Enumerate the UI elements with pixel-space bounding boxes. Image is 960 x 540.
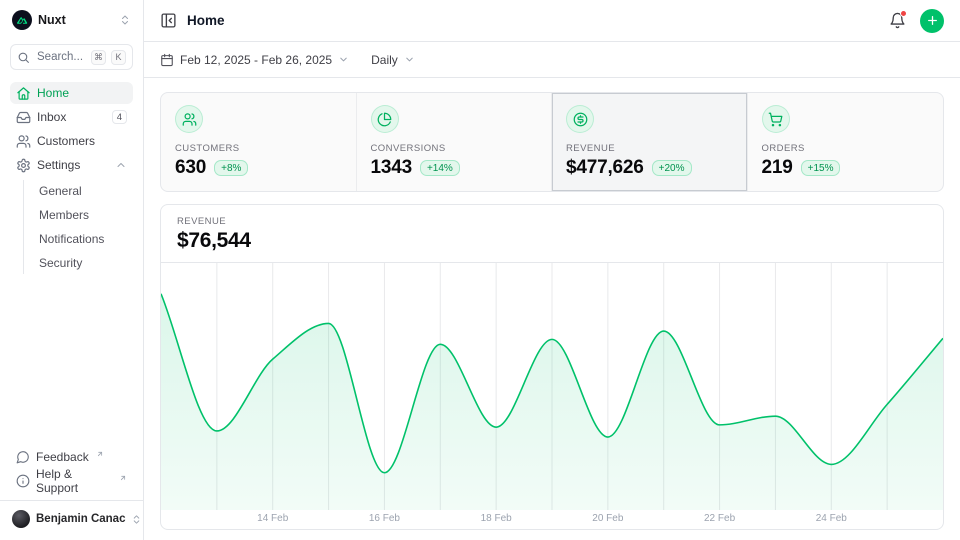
chevron-down-icon — [404, 54, 415, 65]
page-header: Home — [144, 0, 960, 42]
chart-header: REVENUE $76,544 — [161, 205, 943, 262]
dollar-circle-icon — [566, 105, 594, 133]
sidebar-spacer — [10, 274, 133, 446]
x-tick-label: 22 Feb — [704, 513, 735, 524]
stat-delta-badge: +8% — [214, 160, 248, 176]
stat-card-customers[interactable]: CUSTOMERS 630 +8% — [161, 93, 357, 191]
stats-grid: CUSTOMERS 630 +8% CONVERSIONS 1343 +14% — [160, 92, 944, 192]
nuxt-logo-icon — [12, 10, 32, 30]
period-select[interactable]: Daily — [371, 53, 415, 67]
date-range-picker[interactable]: Feb 12, 2025 - Feb 26, 2025 — [160, 53, 349, 67]
external-link-icon — [96, 450, 104, 458]
users-icon — [175, 105, 203, 133]
message-bubble-icon — [16, 450, 30, 464]
home-icon — [16, 86, 31, 101]
notification-dot — [900, 10, 907, 17]
avatar — [12, 510, 30, 528]
sidebar-nav: Home Inbox 4 Customers Settings — [10, 82, 133, 274]
notifications-button[interactable] — [889, 12, 906, 29]
stat-card-orders[interactable]: ORDERS 219 +15% — [748, 93, 944, 191]
revenue-area-chart[interactable] — [161, 262, 943, 510]
page-content: CUSTOMERS 630 +8% CONVERSIONS 1343 +14% — [144, 78, 960, 530]
settings-submenu: General Members Notifications Security — [23, 180, 133, 274]
chart-canvas — [161, 263, 943, 510]
sidebar-item-home[interactable]: Home — [10, 82, 133, 104]
chart-metric-label: REVENUE — [177, 216, 927, 227]
stat-label: REVENUE — [566, 143, 733, 154]
stat-delta-badge: +14% — [420, 160, 460, 176]
x-axis: 14 Feb 16 Feb 18 Feb 20 Feb 22 Feb 24 Feb — [161, 510, 943, 529]
stat-delta-badge: +20% — [652, 160, 692, 176]
stat-label: CUSTOMERS — [175, 143, 342, 154]
team-switcher[interactable]: Nuxt — [10, 8, 133, 32]
sidebar-item-customers[interactable]: Customers — [10, 130, 133, 152]
sidebar-item-notifications[interactable]: Notifications — [33, 228, 133, 250]
x-tick-label: 24 Feb — [816, 513, 847, 524]
stat-card-revenue[interactable]: REVENUE $477,626 +20% — [552, 93, 748, 191]
stat-label: ORDERS — [762, 143, 930, 154]
sidebar-footer-links: Feedback Help & Support — [10, 446, 133, 492]
footer-link-label: Help & Support — [36, 467, 112, 495]
chevron-down-icon — [338, 54, 349, 65]
footer-link-label: Feedback — [36, 450, 89, 464]
stat-value: 219 — [762, 157, 793, 179]
inbox-count-badge: 4 — [112, 110, 127, 124]
pie-chart-icon — [371, 105, 399, 133]
inbox-icon — [16, 110, 31, 125]
stat-value: 1343 — [371, 157, 412, 179]
sidebar-item-settings[interactable]: Settings — [10, 154, 133, 176]
stat-value: 630 — [175, 157, 206, 179]
sidebar-item-inbox[interactable]: Inbox 4 — [10, 106, 133, 128]
dashboard-app: Nuxt ⌘ K Home Inbo — [0, 0, 960, 540]
main-area: Home Feb 12, 2 — [144, 0, 960, 540]
chart-metric-value: $76,544 — [177, 229, 927, 253]
sidebar-item-label: Settings — [37, 158, 80, 172]
add-button[interactable] — [920, 9, 944, 33]
sidebar-item-label: Inbox — [37, 110, 66, 124]
sidebar-user-section: Benjamin Canac — [0, 500, 143, 530]
sidebar: Nuxt ⌘ K Home Inbo — [0, 0, 144, 540]
chevrons-up-down-icon — [119, 14, 131, 26]
team-name: Nuxt — [38, 13, 113, 27]
external-link-icon — [119, 474, 127, 482]
users-icon — [16, 134, 31, 149]
search-input[interactable] — [35, 50, 86, 64]
x-tick-label: 14 Feb — [257, 513, 288, 524]
stat-label: CONVERSIONS — [371, 143, 538, 154]
header-actions — [889, 9, 944, 33]
gear-icon — [16, 158, 31, 173]
kbd-k: K — [111, 50, 126, 65]
sidebar-item-members[interactable]: Members — [33, 204, 133, 226]
x-tick-label: 20 Feb — [592, 513, 623, 524]
info-circle-icon — [16, 474, 30, 488]
page-title: Home — [187, 13, 225, 28]
help-support-link[interactable]: Help & Support — [10, 470, 133, 492]
calendar-icon — [160, 53, 174, 67]
user-name: Benjamin Canac — [36, 513, 125, 525]
x-tick-label: 18 Feb — [481, 513, 512, 524]
kbd-meta: ⌘ — [91, 50, 106, 65]
date-range-label: Feb 12, 2025 - Feb 26, 2025 — [180, 53, 332, 67]
collapse-sidebar-button[interactable] — [160, 12, 177, 29]
shopping-cart-icon — [762, 105, 790, 133]
revenue-chart-card: REVENUE $76,544 — [160, 204, 944, 530]
stat-value: $477,626 — [566, 157, 644, 179]
sidebar-item-general[interactable]: General — [33, 180, 133, 202]
search-box[interactable]: ⌘ K — [10, 44, 133, 70]
plus-icon — [926, 14, 939, 27]
stat-delta-badge: +15% — [801, 160, 841, 176]
search-icon — [17, 51, 30, 64]
stat-card-conversions[interactable]: CONVERSIONS 1343 +14% — [357, 93, 553, 191]
filter-toolbar: Feb 12, 2025 - Feb 26, 2025 Daily — [144, 42, 960, 78]
sidebar-item-security[interactable]: Security — [33, 252, 133, 274]
period-label: Daily — [371, 53, 398, 67]
x-tick-label: 16 Feb — [369, 513, 400, 524]
feedback-link[interactable]: Feedback — [10, 446, 133, 468]
sidebar-item-label: Home — [37, 86, 69, 100]
chevrons-up-down-icon — [131, 514, 142, 525]
sidebar-item-label: Customers — [37, 134, 95, 148]
panel-left-close-icon — [160, 12, 177, 29]
user-menu[interactable]: Benjamin Canac — [10, 508, 133, 530]
chevron-up-icon — [115, 159, 127, 171]
